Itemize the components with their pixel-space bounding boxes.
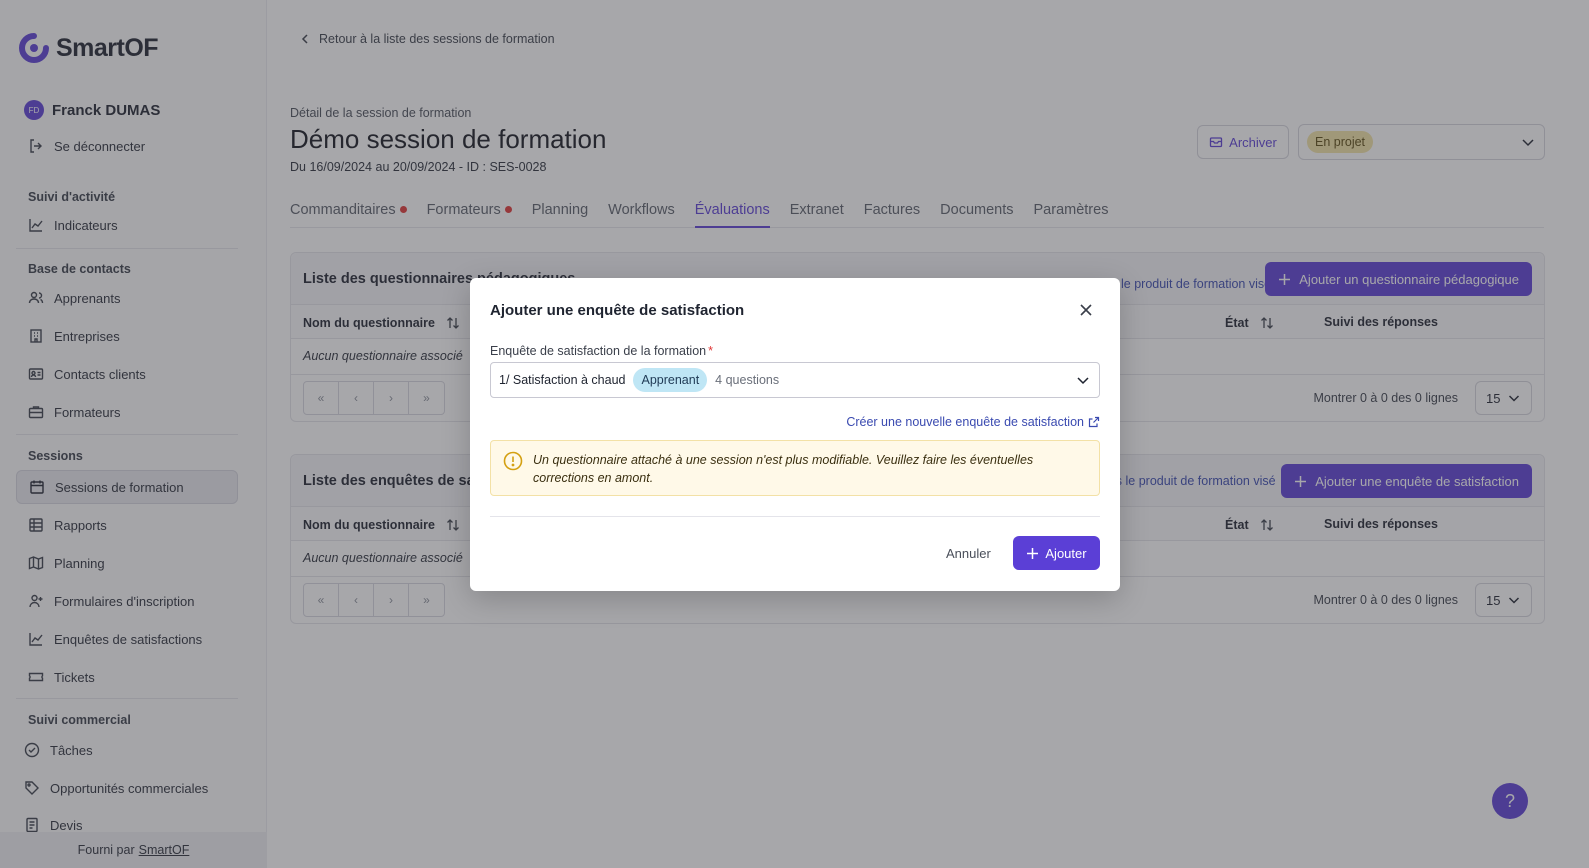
plus-icon [1027, 547, 1039, 559]
audience-badge: Apprenant [633, 368, 708, 392]
chevron-down-icon [1077, 377, 1089, 385]
warning-text: Un questionnaire attaché à une session n… [533, 453, 1034, 485]
submit-add-button[interactable]: Ajouter [1013, 536, 1100, 570]
create-survey-link[interactable]: Créer une nouvelle enquête de satisfacti… [846, 415, 1100, 429]
warning-alert: Un questionnaire attaché à une session n… [490, 440, 1100, 496]
close-button[interactable] [1076, 300, 1096, 320]
survey-select[interactable]: 1/ Satisfaction à chaud Apprenant 4 ques… [490, 362, 1100, 398]
field-label: Enquête de satisfaction de la formation * [490, 344, 713, 358]
add-satisfaction-survey-modal: Ajouter une enquête de satisfaction Enqu… [470, 278, 1120, 591]
modal-title: Ajouter une enquête de satisfaction [490, 302, 745, 319]
create-link-label: Créer une nouvelle enquête de satisfacti… [846, 415, 1084, 429]
warning-icon [503, 451, 523, 471]
close-icon [1080, 304, 1092, 316]
external-link-icon [1088, 416, 1100, 428]
required-mark: * [708, 344, 713, 358]
cancel-button[interactable]: Annuler [940, 536, 997, 570]
submit-label: Ajouter [1045, 545, 1087, 561]
selected-survey: 1/ Satisfaction à chaud [499, 373, 626, 387]
modal-divider [490, 516, 1100, 517]
question-count: 4 questions [715, 373, 780, 387]
field-label-text: Enquête de satisfaction de la formation [490, 344, 707, 358]
